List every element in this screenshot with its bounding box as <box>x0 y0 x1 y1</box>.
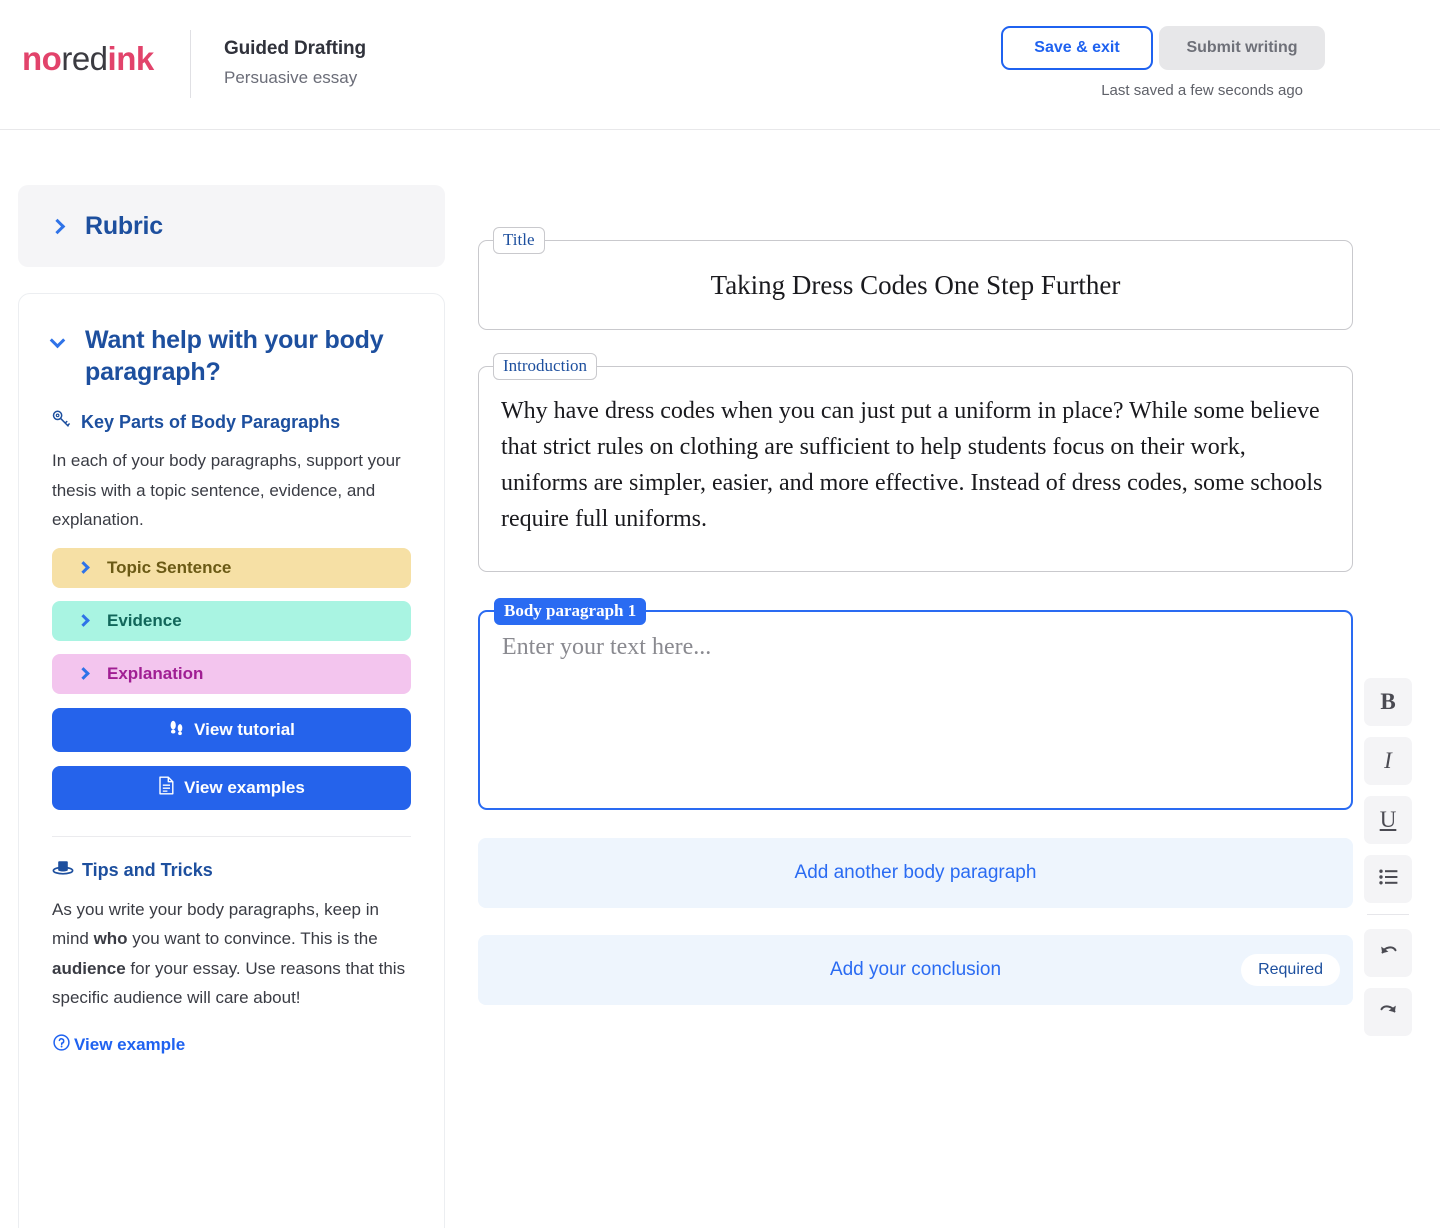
header-divider <box>190 30 191 98</box>
key-icon <box>52 410 73 434</box>
page-body: Rubric Want help with your body paragrap… <box>0 130 1440 1228</box>
view-tutorial-label: View tutorial <box>194 720 295 740</box>
undo-icon <box>1378 942 1399 965</box>
introduction-field-value: Why have dress codes when you can just p… <box>501 393 1330 537</box>
help-panel-title: Want help with your body paragraph? <box>85 324 411 388</box>
help-accordion-header[interactable]: Want help with your body paragraph? <box>52 324 411 388</box>
redo-button[interactable] <box>1364 988 1412 1036</box>
tips-description: As you write your body paragraphs, keep … <box>52 895 411 1013</box>
essay-editor: Title Taking Dress Codes One Step Furthe… <box>478 240 1353 1005</box>
bulleted-list-icon <box>1379 869 1398 890</box>
key-parts-label: Key Parts of Body Paragraphs <box>81 412 340 433</box>
chevron-right-icon <box>77 561 90 574</box>
help-panel: Want help with your body paragraph? Key … <box>18 293 445 1228</box>
required-badge: Required <box>1241 954 1340 986</box>
chevron-right-icon <box>77 667 90 680</box>
footsteps-icon <box>168 719 185 741</box>
view-tutorial-button[interactable]: View tutorial <box>52 708 411 752</box>
logo-segment-no: no <box>22 40 61 77</box>
tips-bold-audience: audience <box>52 959 126 978</box>
part-row-evidence[interactable]: Evidence <box>52 601 411 641</box>
add-conclusion-button[interactable]: Add your conclusion Required <box>478 935 1353 1005</box>
introduction-field-legend: Introduction <box>493 353 597 380</box>
introduction-field[interactable]: Introduction Why have dress codes when y… <box>478 366 1353 572</box>
logo-segment-red: red <box>61 40 107 77</box>
bulleted-list-button[interactable] <box>1364 855 1412 903</box>
title-field-legend: Title <box>493 227 545 254</box>
body-paragraph-1-legend: Body paragraph 1 <box>494 598 646 625</box>
chevron-down-icon <box>50 333 66 349</box>
part-row-topic-sentence[interactable]: Topic Sentence <box>52 548 411 588</box>
underline-button[interactable]: U <box>1364 796 1412 844</box>
add-another-body-paragraph-button[interactable]: Add another body paragraph <box>478 838 1353 908</box>
italic-glyph: I <box>1384 748 1392 774</box>
sidebar: Rubric Want help with your body paragrap… <box>18 185 445 1228</box>
add-another-body-paragraph-label: Add another body paragraph <box>795 862 1037 884</box>
add-conclusion-label: Add your conclusion <box>830 959 1001 981</box>
page-title: Guided Drafting <box>224 38 366 60</box>
assignment-subtitle: Persuasive essay <box>224 68 357 88</box>
part-label-evidence: Evidence <box>107 611 182 631</box>
part-label-explanation: Explanation <box>107 664 203 684</box>
top-hat-icon <box>52 859 74 883</box>
undo-button[interactable] <box>1364 929 1412 977</box>
view-examples-button[interactable]: View examples <box>52 766 411 810</box>
body-paragraph-1-field[interactable]: Body paragraph 1 Enter your text here... <box>478 610 1353 810</box>
body-paragraph-1-placeholder: Enter your text here... <box>502 634 1329 661</box>
bold-glyph: B <box>1380 689 1395 715</box>
toolbar-divider <box>1367 914 1409 915</box>
sidebar-divider <box>52 836 411 837</box>
key-parts-description: In each of your body paragraphs, support… <box>52 446 411 535</box>
italic-button[interactable]: I <box>1364 737 1412 785</box>
submit-writing-button[interactable]: Submit writing <box>1159 26 1325 70</box>
view-example-link[interactable]: View example <box>52 1033 185 1057</box>
tips-bold-who: who <box>94 929 128 948</box>
part-label-topic-sentence: Topic Sentence <box>107 558 231 578</box>
document-icon <box>158 776 175 800</box>
chevron-right-icon <box>50 218 66 234</box>
rubric-accordion[interactable]: Rubric <box>18 185 445 267</box>
question-circle-icon <box>52 1033 71 1057</box>
view-examples-label: View examples <box>184 778 305 798</box>
logo-segment-ink: ink <box>108 40 154 77</box>
part-row-explanation[interactable]: Explanation <box>52 654 411 694</box>
key-parts-heading: Key Parts of Body Paragraphs <box>52 410 411 434</box>
bold-button[interactable]: B <box>1364 678 1412 726</box>
tips-text-mid: you want to convince. This is the <box>128 929 378 948</box>
save-and-exit-button[interactable]: Save & exit <box>1001 26 1153 70</box>
rubric-label: Rubric <box>85 212 163 241</box>
last-saved-status: Last saved a few seconds ago <box>1101 82 1303 99</box>
title-field[interactable]: Title Taking Dress Codes One Step Furthe… <box>478 240 1353 330</box>
tips-label: Tips and Tricks <box>82 860 213 881</box>
noredink-logo[interactable]: noredink <box>22 42 154 75</box>
view-example-label: View example <box>74 1035 185 1055</box>
formatting-toolbar: B I U <box>1364 678 1412 1047</box>
app-header: noredink Guided Drafting Persuasive essa… <box>0 0 1440 130</box>
title-field-value: Taking Dress Codes One Step Further <box>711 270 1121 301</box>
tips-heading: Tips and Tricks <box>52 859 411 883</box>
underline-glyph: U <box>1380 807 1397 833</box>
redo-icon <box>1378 1001 1399 1024</box>
chevron-right-icon <box>77 614 90 627</box>
